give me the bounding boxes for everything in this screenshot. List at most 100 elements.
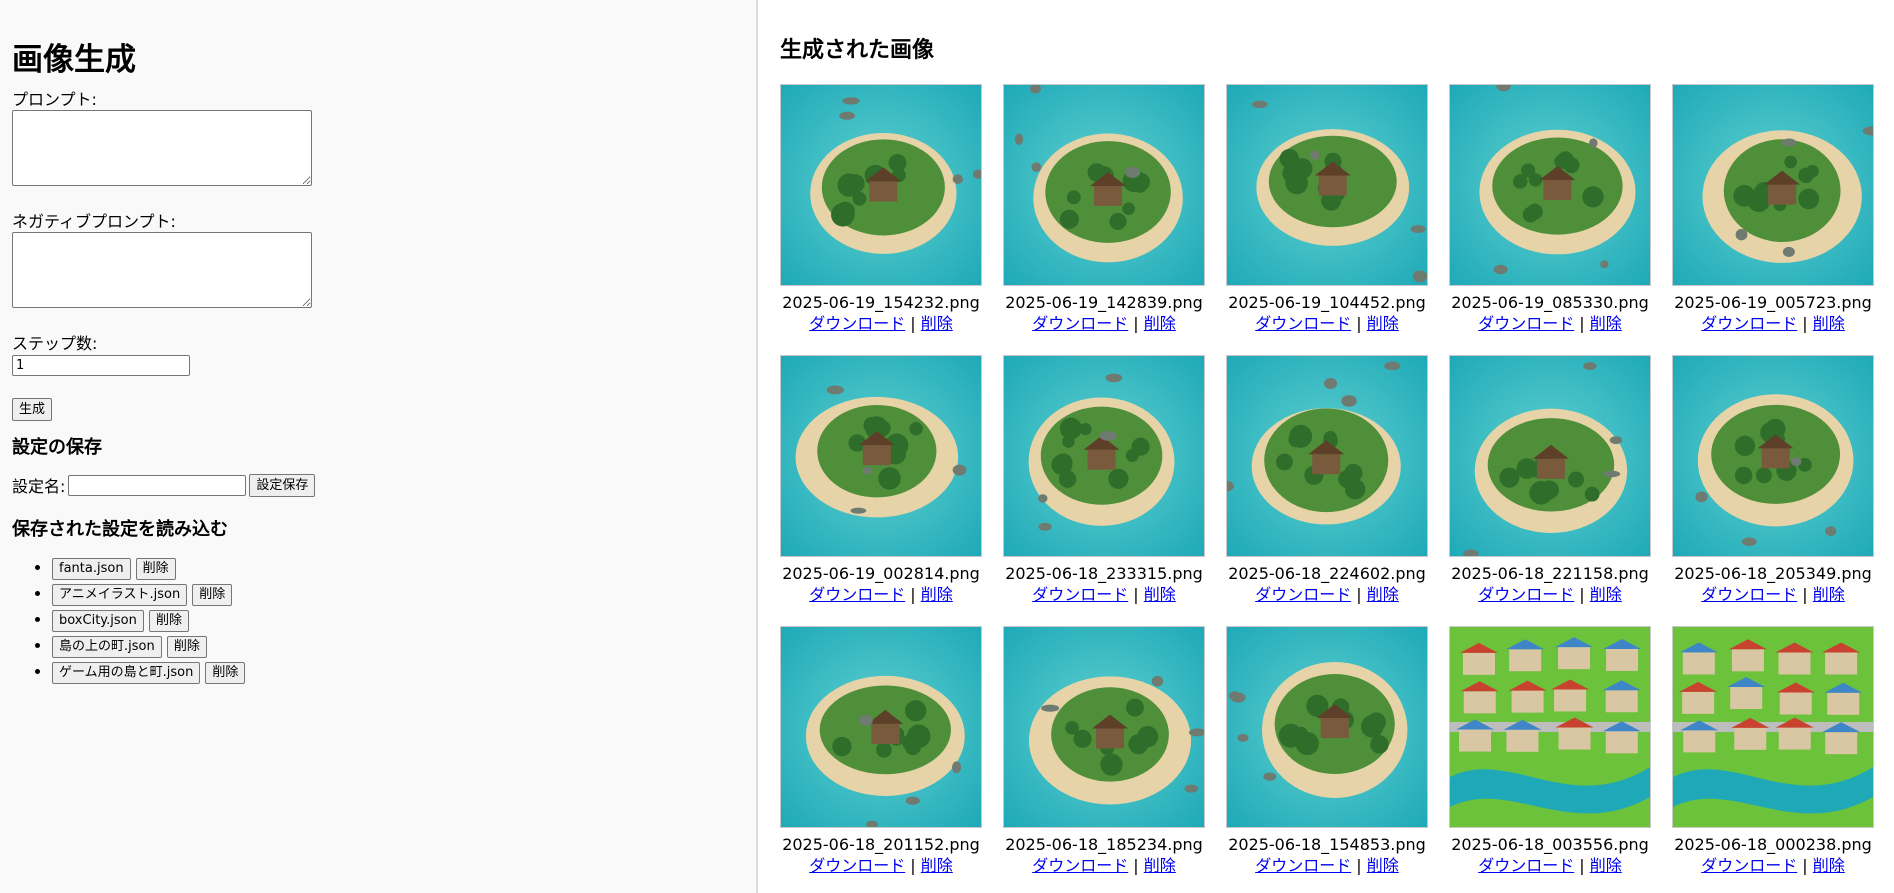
negative-prompt-textarea[interactable] — [12, 232, 312, 308]
image-actions: ダウンロード | 削除 — [1449, 855, 1651, 877]
download-link[interactable]: ダウンロード — [809, 856, 905, 875]
generated-image[interactable] — [1003, 84, 1205, 286]
prompt-label: プロンプト: — [12, 90, 97, 109]
link-separator: | — [1356, 314, 1367, 333]
delete-config-button[interactable]: 削除 — [192, 583, 233, 606]
generated-image[interactable] — [1226, 626, 1428, 828]
download-link[interactable]: ダウンロード — [1032, 314, 1128, 333]
download-link[interactable]: ダウンロード — [809, 585, 905, 604]
load-settings-heading: 保存された設定を読み込む — [12, 519, 228, 540]
image-actions: ダウンロード | 削除 — [1449, 584, 1651, 606]
image-card: 2025-06-18_201152.png ダウンロード | 削除 — [780, 626, 982, 893]
generated-image[interactable] — [1226, 84, 1428, 286]
generated-image[interactable] — [1672, 626, 1874, 828]
download-link[interactable]: ダウンロード — [1032, 585, 1128, 604]
delete-image-link[interactable]: 削除 — [1590, 314, 1622, 333]
delete-config-button[interactable]: 削除 — [166, 635, 207, 658]
load-config-button[interactable]: fanta.json — [52, 557, 131, 580]
delete-image-link[interactable]: 削除 — [1144, 856, 1176, 875]
load-config-button[interactable]: ゲーム用の島と町.json — [52, 661, 201, 684]
image-filename: 2025-06-18_205349.png — [1674, 564, 1872, 583]
generated-image[interactable] — [1449, 84, 1651, 286]
image-card: 2025-06-19_104452.png ダウンロード | 削除 — [1226, 84, 1428, 355]
delete-image-link[interactable]: 削除 — [1590, 585, 1622, 604]
image-card: 2025-06-19_154232.png ダウンロード | 削除 — [780, 84, 982, 355]
download-link[interactable]: ダウンロード — [1478, 856, 1574, 875]
generated-image[interactable] — [780, 626, 982, 828]
image-grid: 2025-06-19_154232.png ダウンロード | 削除 2025-0… — [780, 84, 1894, 893]
delete-image-link[interactable]: 削除 — [1367, 314, 1399, 333]
image-filename: 2025-06-18_154853.png — [1228, 835, 1426, 854]
gallery-panel: 生成された画像 2025-06-19_154232.png ダウンロード | 削… — [758, 0, 1894, 893]
image-card: 2025-06-18_154853.png ダウンロード | 削除 — [1226, 626, 1428, 893]
delete-image-link[interactable]: 削除 — [1590, 856, 1622, 875]
link-separator: | — [1133, 314, 1144, 333]
image-card: 2025-06-18_221158.png ダウンロード | 削除 — [1449, 355, 1651, 626]
image-actions: ダウンロード | 削除 — [1226, 584, 1428, 606]
image-actions: ダウンロード | 削除 — [1226, 855, 1428, 877]
image-actions: ダウンロード | 削除 — [780, 584, 982, 606]
generated-image[interactable] — [780, 84, 982, 286]
setting-name-label: 設定名: — [12, 477, 66, 496]
download-link[interactable]: ダウンロード — [1032, 856, 1128, 875]
download-link[interactable]: ダウンロード — [1701, 314, 1797, 333]
steps-group: ステップ数: — [12, 334, 744, 376]
delete-image-link[interactable]: 削除 — [1813, 585, 1845, 604]
generated-image[interactable] — [1226, 355, 1428, 557]
download-link[interactable]: ダウンロード — [809, 314, 905, 333]
image-filename: 2025-06-18_201152.png — [782, 835, 980, 854]
delete-image-link[interactable]: 削除 — [1144, 314, 1176, 333]
generate-button[interactable]: 生成 — [12, 398, 53, 421]
load-config-button[interactable]: boxCity.json — [52, 609, 144, 632]
generated-image[interactable] — [780, 355, 982, 557]
prompt-textarea[interactable] — [12, 110, 312, 186]
generated-image[interactable] — [1003, 355, 1205, 557]
delete-image-link[interactable]: 削除 — [1144, 585, 1176, 604]
delete-image-link[interactable]: 削除 — [921, 856, 953, 875]
setting-name-input[interactable] — [68, 474, 247, 496]
image-filename: 2025-06-19_154232.png — [782, 293, 980, 312]
image-actions: ダウンロード | 削除 — [1449, 313, 1651, 335]
link-separator: | — [1356, 585, 1367, 604]
load-config-button[interactable]: 島の上の町.json — [52, 635, 162, 658]
download-link[interactable]: ダウンロード — [1255, 856, 1351, 875]
delete-image-link[interactable]: 削除 — [921, 585, 953, 604]
download-link[interactable]: ダウンロード — [1701, 856, 1797, 875]
download-link[interactable]: ダウンロード — [1255, 585, 1351, 604]
generated-image[interactable] — [1672, 84, 1874, 286]
link-separator: | — [1579, 585, 1590, 604]
download-link[interactable]: ダウンロード — [1701, 585, 1797, 604]
link-separator: | — [910, 856, 921, 875]
delete-image-link[interactable]: 削除 — [1367, 585, 1399, 604]
steps-input[interactable] — [12, 355, 190, 376]
delete-image-link[interactable]: 削除 — [1367, 856, 1399, 875]
image-actions: ダウンロード | 削除 — [1672, 855, 1874, 877]
delete-config-button[interactable]: 削除 — [135, 557, 176, 580]
download-link[interactable]: ダウンロード — [1478, 314, 1574, 333]
delete-config-button[interactable]: 削除 — [205, 661, 246, 684]
generated-image[interactable] — [1672, 355, 1874, 557]
load-config-button[interactable]: アニメイラスト.json — [52, 583, 188, 606]
save-settings-button[interactable]: 設定保存 — [249, 473, 316, 497]
delete-config-button[interactable]: 削除 — [148, 609, 189, 632]
download-link[interactable]: ダウンロード — [1478, 585, 1574, 604]
list-item: ゲーム用の島と町.json 削除 — [52, 659, 744, 685]
image-actions: ダウンロード | 削除 — [1672, 584, 1874, 606]
prompt-group: プロンプト: — [12, 90, 744, 186]
link-separator: | — [1802, 856, 1813, 875]
delete-image-link[interactable]: 削除 — [1813, 856, 1845, 875]
delete-image-link[interactable]: 削除 — [1813, 314, 1845, 333]
generated-image[interactable] — [1003, 626, 1205, 828]
download-link[interactable]: ダウンロード — [1255, 314, 1351, 333]
image-filename: 2025-06-19_104452.png — [1228, 293, 1426, 312]
list-item: 島の上の町.json 削除 — [52, 633, 744, 659]
steps-label: ステップ数: — [12, 334, 98, 353]
delete-image-link[interactable]: 削除 — [921, 314, 953, 333]
generated-image[interactable] — [1449, 626, 1651, 828]
gallery-heading: 生成された画像 — [780, 38, 935, 63]
image-card: 2025-06-19_142839.png ダウンロード | 削除 — [1003, 84, 1205, 355]
link-separator: | — [1802, 314, 1813, 333]
link-separator: | — [1802, 585, 1813, 604]
image-card: 2025-06-18_185234.png ダウンロード | 削除 — [1003, 626, 1205, 893]
generated-image[interactable] — [1449, 355, 1651, 557]
